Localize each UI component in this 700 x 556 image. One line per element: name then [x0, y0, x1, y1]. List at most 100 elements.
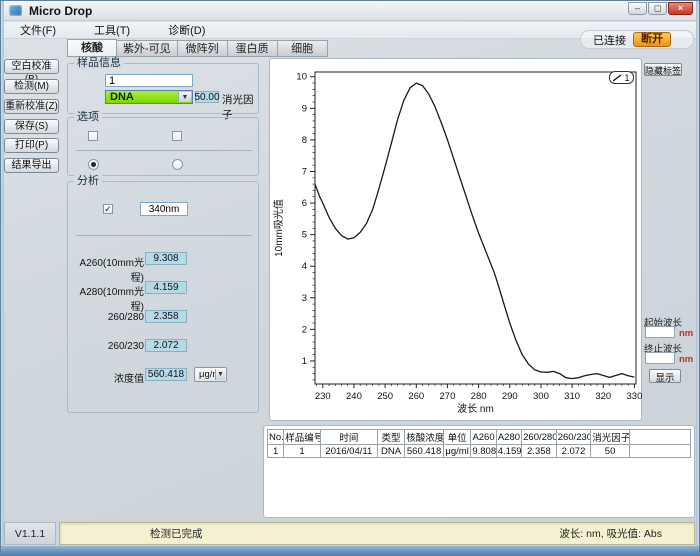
menu-item-1[interactable]: 工具(T): [90, 22, 134, 38]
tab-0[interactable]: 核酸: [67, 39, 117, 57]
maximize-button[interactable]: ◻: [648, 2, 667, 15]
analysis-row-value-3: 2.072: [145, 339, 187, 352]
svg-text:300: 300: [533, 391, 549, 402]
end-wavelength-input[interactable]: [645, 352, 675, 364]
svg-text:310: 310: [564, 391, 580, 402]
end-wavelength-unit: nm: [679, 354, 693, 365]
status-message: 检测已完成: [150, 526, 203, 541]
sample-type-select[interactable]: DNA ▼: [105, 90, 193, 104]
table-header-9: 260/230: [556, 430, 591, 445]
tab-2[interactable]: 微阵列: [178, 40, 228, 57]
chevron-down-icon[interactable]: ▼: [178, 92, 191, 102]
tab-4[interactable]: 细胞: [278, 40, 328, 57]
svg-text:7: 7: [302, 166, 307, 177]
svg-text:9: 9: [302, 103, 307, 114]
extinction-factor-value: 50.00: [195, 91, 219, 103]
svg-text:330: 330: [627, 391, 643, 402]
connection-status-label: 已连接: [593, 32, 626, 48]
tab-3[interactable]: 蛋白质: [228, 40, 278, 57]
wavelength-input[interactable]: [140, 202, 188, 216]
spectrum-chart-panel: 1234567891023024025026027028029030031032…: [269, 58, 642, 421]
title-bar[interactable]: Micro Drop – ◻ ×: [1, 1, 699, 21]
table-cell-0-8: 2.358: [522, 445, 557, 458]
sidebar-button-2[interactable]: 重新校准(Z): [4, 99, 59, 114]
tab-strip: 核酸紫外-可见微阵列蛋白质细胞: [67, 40, 328, 57]
table-cell-filler: [629, 445, 690, 458]
legend-series-label: 1: [624, 73, 629, 83]
option-radio-2[interactable]: [172, 159, 183, 170]
table-cell-0-3: DNA: [377, 445, 404, 458]
svg-text:1: 1: [302, 356, 307, 367]
results-table-panel: No.样品编号时间类型核酸浓度单位A260A280260/280260/230消…: [263, 425, 695, 518]
analysis-row-label-3: 260/230: [74, 341, 144, 352]
menu-item-0[interactable]: 文件(F): [16, 22, 60, 38]
option-checkbox-1[interactable]: [88, 131, 98, 141]
sidebar-button-5[interactable]: 结果导出: [4, 158, 59, 173]
disconnect-button[interactable]: 断开: [633, 32, 671, 47]
table-cell-0-9: 2.072: [556, 445, 591, 458]
minimize-button[interactable]: –: [628, 2, 647, 15]
table-header-4: 核酸浓度: [405, 430, 444, 445]
svg-text:280: 280: [471, 391, 487, 402]
svg-text:2: 2: [302, 324, 307, 335]
status-bar: 检测已完成 波长: nm, 吸光值: Abs: [59, 522, 695, 545]
hide-labels-button[interactable]: 隐藏标签: [644, 63, 682, 76]
table-cell-0-7: 4.159: [496, 445, 521, 458]
spectrum-chart: 1234567891023024025026027028029030031032…: [270, 59, 643, 422]
svg-text:260: 260: [408, 391, 424, 402]
svg-text:3: 3: [302, 293, 307, 304]
option-checkbox-2[interactable]: [172, 131, 182, 141]
window-frame-right: [696, 1, 699, 555]
wavelength-checkbox[interactable]: ✓: [103, 204, 113, 214]
chevron-down-icon[interactable]: ▼: [215, 369, 225, 380]
options-divider: [76, 150, 252, 151]
table-row[interactable]: 112016/04/11DNA560.418μg/ml9.8084.1592.3…: [268, 445, 691, 458]
svg-text:270: 270: [440, 391, 456, 402]
start-wavelength-input[interactable]: [645, 326, 675, 338]
table-cell-0-4: 560.418: [405, 445, 444, 458]
svg-text:240: 240: [346, 391, 362, 402]
menu-item-2[interactable]: 诊断(D): [164, 22, 209, 38]
options-title: 选项: [74, 111, 102, 123]
svg-text:230: 230: [315, 391, 331, 402]
table-header-8: 260/280: [522, 430, 557, 445]
line-series-icon: [613, 74, 622, 82]
analysis-group: 分析 ✓ A260(10mm光程)9.308A280(10mm光程)4.1592…: [67, 181, 259, 413]
sample-id-input[interactable]: [105, 74, 193, 87]
svg-text:320: 320: [595, 391, 611, 402]
sidebar-button-0[interactable]: 空白校准(B): [4, 59, 59, 74]
table-header-0: No.: [268, 430, 284, 445]
sidebar-button-4[interactable]: 打印(P): [4, 138, 59, 153]
tab-1[interactable]: 紫外-可见: [117, 40, 178, 57]
app-icon: [9, 5, 22, 16]
sample-info-group: 样品信息 DNA ▼ 50.00 消光因子: [67, 63, 259, 114]
window-title: Micro Drop: [29, 4, 92, 18]
concentration-label: 浓度值: [74, 370, 144, 385]
table-header-3: 类型: [377, 430, 404, 445]
analysis-row-label-0: A260(10mm光程): [74, 254, 144, 284]
svg-text:5: 5: [302, 230, 307, 241]
option-radio-1[interactable]: [88, 159, 99, 170]
version-label: V1.1.1: [4, 522, 56, 545]
sidebar-button-3[interactable]: 保存(S): [4, 119, 59, 134]
analysis-row-value-2: 2.358: [145, 310, 187, 323]
status-units-info: 波长: nm, 吸光值: Abs: [559, 526, 662, 541]
svg-text:10mm吸光值: 10mm吸光值: [272, 199, 285, 257]
sidebar-button-1[interactable]: 检测(M): [4, 79, 59, 94]
table-header-1: 样品编号: [284, 430, 321, 445]
analysis-row-value-0: 9.308: [145, 252, 187, 265]
table-cell-0-10: 50: [591, 445, 630, 458]
svg-text:波长 nm: 波长 nm: [457, 402, 494, 415]
table-cell-0-0: 1: [268, 445, 284, 458]
svg-text:4: 4: [302, 261, 307, 272]
show-button[interactable]: 显示: [649, 369, 681, 383]
window-frame-left: [1, 1, 4, 555]
unit-select[interactable]: μg/ml ▼: [194, 367, 227, 382]
app-window: Micro Drop – ◻ × 文件(F) 工具(T) 诊断(D) 核酸紫外-可见…: [0, 0, 700, 556]
close-button[interactable]: ×: [668, 2, 693, 15]
table-header-2: 时间: [320, 430, 377, 445]
analysis-title: 分析: [74, 175, 102, 187]
legend-chip[interactable]: 1: [609, 71, 634, 84]
window-frame-bottom: [1, 546, 699, 555]
table-cell-0-1: 1: [284, 445, 321, 458]
